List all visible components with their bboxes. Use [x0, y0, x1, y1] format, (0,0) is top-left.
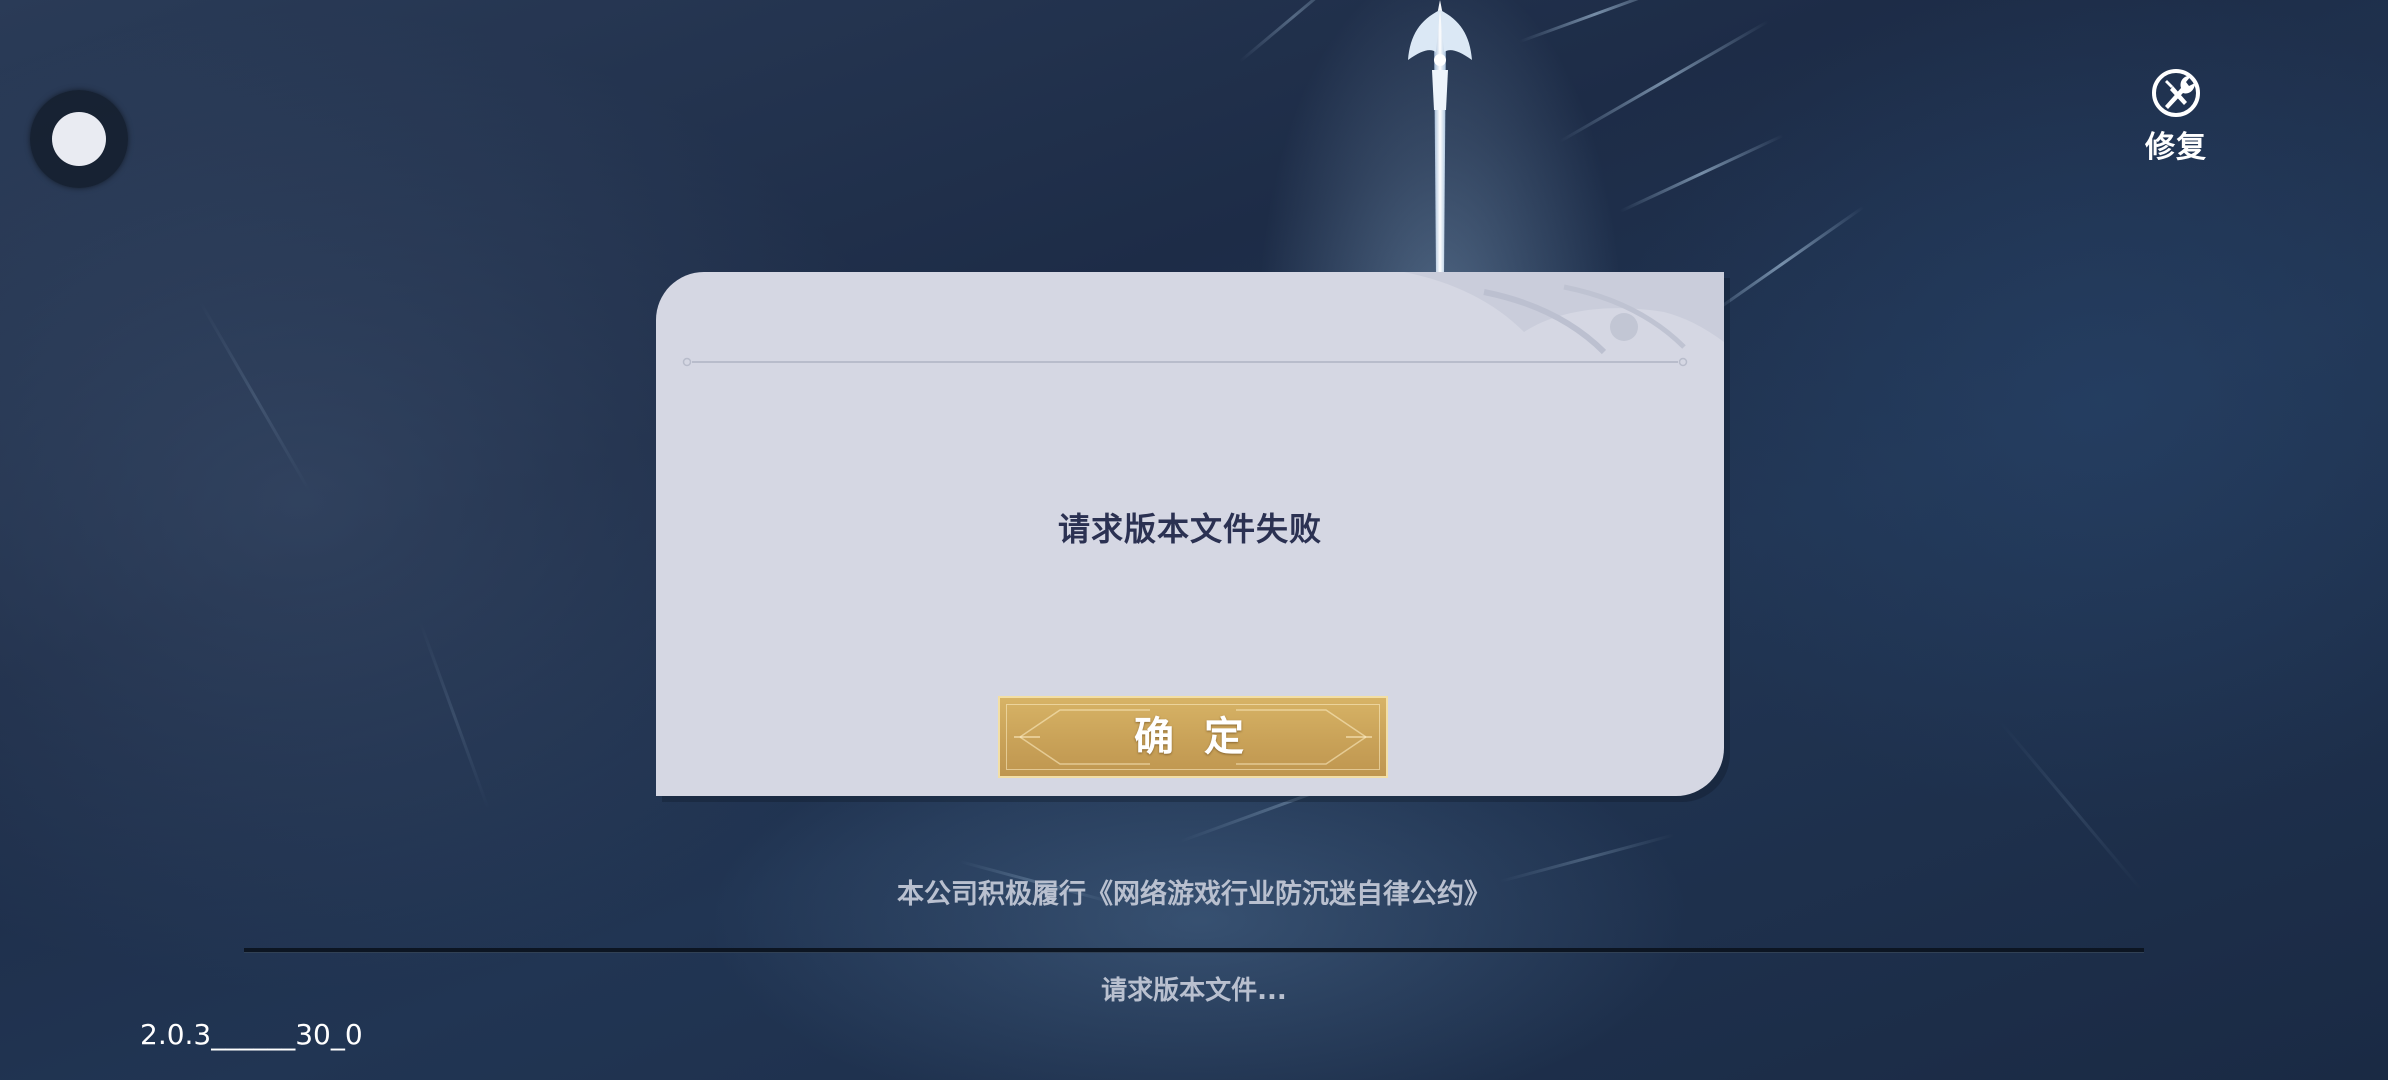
- confirm-button[interactable]: 确 定: [998, 696, 1388, 778]
- floating-ball-icon: [52, 112, 106, 166]
- anti-addiction-notice: 本公司积极履行《网络游戏行业防沉迷自律公约》: [897, 879, 1491, 910]
- wrench-screwdriver-icon: [2152, 69, 2200, 117]
- loading-status-text: 请求版本文件...: [1101, 976, 1287, 1006]
- floating-ball-button[interactable]: [30, 90, 128, 188]
- version-label: 2.0.3______30_0: [140, 1018, 363, 1051]
- dialog-ornament: [1404, 272, 1724, 355]
- spear-art: [1408, 0, 1472, 275]
- loading-progress-bar: [244, 948, 2144, 953]
- repair-label: 修复: [2145, 130, 2207, 165]
- confirm-button-label: 确 定: [1134, 713, 1252, 760]
- repair-button[interactable]: 修复: [2130, 66, 2222, 166]
- dialog-divider: [682, 357, 1688, 367]
- dialog-message: 请求版本文件失败: [1057, 510, 1322, 548]
- error-dialog: 请求版本文件失败 确 定: [656, 272, 1724, 796]
- game-launch-screen: 修复 请求版本文件失败 确 定 本公司积极履行《网络游戏行业防沉迷自律公约》 请…: [0, 0, 2388, 1080]
